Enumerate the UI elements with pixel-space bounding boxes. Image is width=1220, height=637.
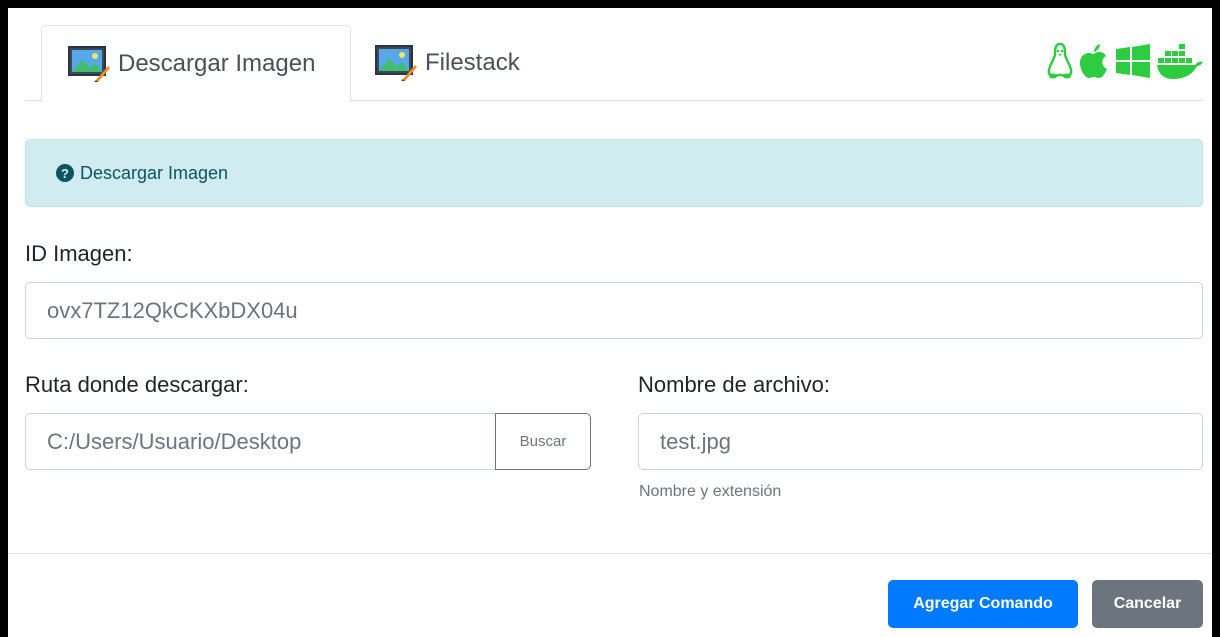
info-alert: ? Descargar Imagen (25, 139, 1203, 207)
modal: Descargar Imagen Filestack ? Descargar I… (8, 8, 1212, 637)
filename-label: Nombre de archivo: (638, 372, 830, 397)
alert-text: Descargar Imagen (80, 162, 229, 183)
tab-bar: Descargar Imagen Filestack (25, 25, 1203, 102)
apple-icon (1079, 43, 1109, 79)
filename-help: Nombre y extensión (639, 483, 782, 500)
download-path-value: C:/Users/Usuario/Desktop (47, 428, 302, 454)
browse-button[interactable]: Buscar (495, 413, 591, 470)
tab-label: Filestack (425, 49, 520, 76)
docker-icon (1157, 42, 1203, 80)
image-id-label: ID Imagen: (25, 241, 133, 266)
image-id-value: ovx7TZ12QkCKXbDX04u (47, 297, 298, 323)
linux-icon (1047, 42, 1073, 80)
footer-divider (8, 553, 1212, 554)
tab-filestack[interactable]: Filestack (375, 25, 520, 101)
download-path-input[interactable]: C:/Users/Usuario/Desktop (25, 413, 496, 470)
tab-label: Descargar Imagen (118, 49, 316, 77)
download-path-label: Ruta donde descargar: (25, 372, 249, 397)
question-circle-icon: ? (56, 164, 74, 182)
filename-input[interactable]: test.jpg (638, 413, 1203, 470)
add-command-button[interactable]: Agregar Comando (888, 580, 1078, 628)
cancel-button[interactable]: Cancelar (1092, 580, 1203, 628)
tab-descargar-imagen[interactable]: Descargar Imagen (41, 25, 351, 102)
image-icon (375, 45, 417, 81)
windows-icon (1115, 44, 1151, 78)
filename-value: test.jpg (660, 428, 731, 454)
os-icons (1047, 39, 1203, 83)
image-id-input[interactable]: ovx7TZ12QkCKXbDX04u (25, 282, 1203, 339)
image-icon (68, 45, 110, 82)
